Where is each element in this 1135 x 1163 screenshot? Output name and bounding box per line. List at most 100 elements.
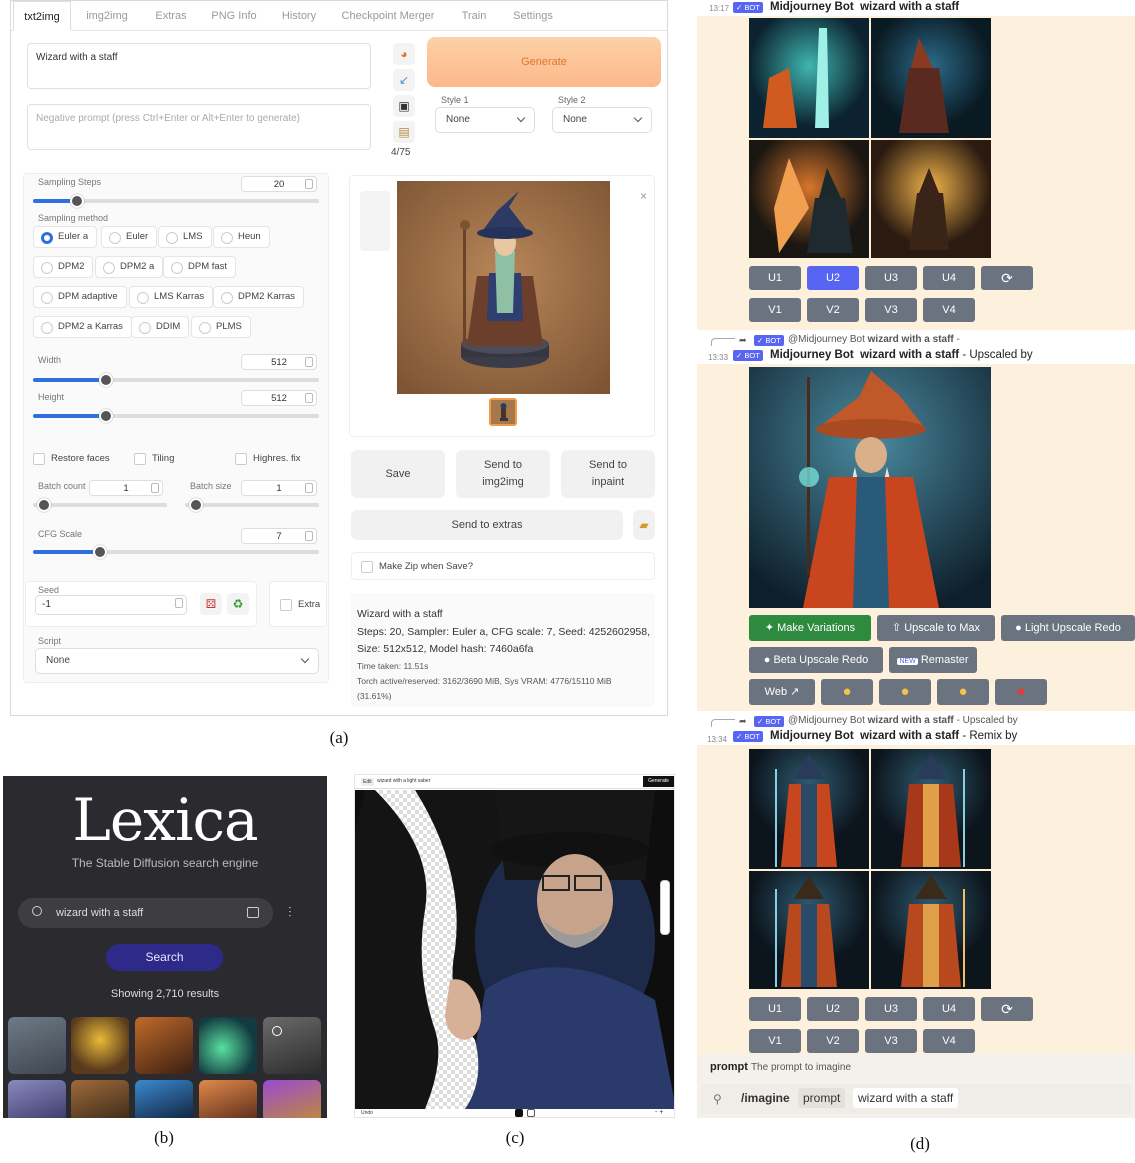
result-thumb[interactable] [199, 1080, 257, 1118]
variation-1-button[interactable]: V1 [749, 298, 801, 322]
upscale-to-max-button[interactable]: ⇧ Upscale to Max [877, 615, 995, 641]
lexica-search-input[interactable]: wizard with a staff [18, 898, 273, 928]
upscale-3-button[interactable]: U3 [865, 997, 917, 1021]
tab-img2img[interactable]: img2img [75, 1, 139, 31]
variation-1-button[interactable]: V1 [749, 1029, 801, 1053]
variation-4-button[interactable]: V4 [923, 1029, 975, 1053]
radio-heun[interactable]: Heun [213, 226, 270, 248]
radio-dpm-fast[interactable]: DPM fast [163, 256, 237, 278]
tab-history[interactable]: History [271, 1, 327, 31]
tab-txt2img[interactable]: txt2img [13, 1, 71, 31]
batch-size-input[interactable]: 1 [241, 480, 317, 496]
command-value[interactable]: wizard with a staff [853, 1088, 959, 1108]
negative-prompt-input[interactable]: Negative prompt (press Ctrl+Enter or Alt… [27, 104, 371, 150]
tiling-checkbox[interactable]: Tiling [134, 453, 174, 465]
gallery-thumbnail[interactable] [489, 398, 517, 426]
remaster-button[interactable]: NEW Remaster [889, 647, 977, 673]
zoom-slider[interactable] [660, 880, 670, 935]
editor-canvas[interactable] [355, 790, 674, 1109]
arrow-icon[interactable]: ↙ [393, 69, 415, 91]
emoji-unamused-icon[interactable]: ● [879, 679, 931, 705]
style2-select[interactable]: None [552, 107, 652, 133]
spinner-icon[interactable] [305, 357, 313, 367]
radio-plms[interactable]: PLMS [191, 316, 251, 338]
image-icon[interactable] [247, 907, 259, 918]
upscale-1-button[interactable]: U1 [749, 266, 801, 290]
save-button[interactable]: Save [351, 450, 445, 498]
upscaled-image[interactable] [749, 367, 991, 608]
result-thumb[interactable] [8, 1080, 66, 1118]
send-to-img2img-button[interactable]: Send to img2img [456, 450, 550, 498]
highres-fix-checkbox[interactable]: Highres. fix [235, 453, 301, 465]
spinner-icon[interactable] [305, 531, 313, 541]
batch-size-slider[interactable] [185, 498, 319, 512]
radio-dpm2-karras[interactable]: DPM2 Karras [213, 286, 305, 308]
height-slider[interactable] [33, 409, 319, 423]
filter-icon[interactable]: ⫶ [288, 904, 292, 921]
zoom-controls-icon[interactable]: - + [655, 1109, 663, 1116]
slider-thumb[interactable] [92, 545, 107, 559]
radio-lms-karras[interactable]: LMS Karras [129, 286, 214, 308]
palette-icon[interactable]: ◕ [393, 43, 415, 65]
restore-faces-checkbox[interactable]: Restore faces [33, 453, 110, 465]
generated-image[interactable] [397, 181, 610, 394]
refresh-icon[interactable]: ⟳ [981, 997, 1033, 1021]
editor-prompt[interactable]: wizard with a light saber [377, 778, 430, 784]
radio-euler-a[interactable]: Euler a [33, 226, 98, 248]
spinner-icon[interactable] [305, 393, 313, 403]
brush-tool-icon[interactable] [515, 1109, 523, 1117]
clipboard-icon[interactable]: ▤ [393, 121, 415, 143]
beta-upscale-redo-button[interactable]: ● Beta Upscale Redo [749, 647, 883, 673]
emoji-heart-eyes-icon[interactable]: ● [995, 679, 1047, 705]
tab-train[interactable]: Train [449, 1, 499, 31]
result-thumb[interactable] [135, 1017, 193, 1074]
tab-extras[interactable]: Extras [145, 1, 197, 31]
variation-2-button[interactable]: V2 [807, 298, 859, 322]
send-to-inpaint-button[interactable]: Send to inpaint [561, 450, 655, 498]
slider-thumb[interactable] [70, 194, 85, 208]
close-icon[interactable]: × [640, 189, 647, 203]
upscale-2-button[interactable]: U2 [807, 997, 859, 1021]
extra-checkbox[interactable]: Extra [280, 599, 320, 611]
upscale-4-button[interactable]: U4 [923, 997, 975, 1021]
slider-thumb[interactable] [98, 373, 113, 387]
radio-lms[interactable]: LMS [158, 226, 212, 248]
editor-generate-button[interactable]: Generate [643, 776, 674, 787]
variation-4-button[interactable]: V4 [923, 298, 975, 322]
batch-count-input[interactable]: 1 [89, 480, 163, 496]
radio-dpm2-a-karras[interactable]: DPM2 a Karras [33, 316, 132, 338]
cfg-scale-input[interactable]: 7 [241, 528, 317, 544]
batch-count-slider[interactable] [33, 498, 167, 512]
upscale-3-button[interactable]: U3 [865, 266, 917, 290]
command-input[interactable]: ⚲ /imagine prompt wizard with a staff [701, 1084, 1131, 1114]
sampling-steps-slider[interactable] [33, 194, 319, 208]
make-variations-button[interactable]: ✦ Make Variations [749, 615, 871, 641]
prompt-input[interactable]: Wizard with a staff [27, 43, 371, 89]
spinner-icon[interactable] [151, 483, 159, 493]
radio-ddim[interactable]: DDIM [131, 316, 190, 338]
spinner-icon[interactable] [305, 179, 313, 189]
dice-icon[interactable]: ⚄ [200, 593, 222, 615]
result-thumb[interactable] [71, 1017, 129, 1074]
result-thumb[interactable] [263, 1080, 321, 1118]
upscale-4-button[interactable]: U4 [923, 266, 975, 290]
style1-select[interactable]: None [435, 107, 535, 133]
lexica-search-button[interactable]: Search [106, 944, 223, 971]
spinner-icon[interactable] [305, 483, 313, 493]
spinner-icon[interactable] [175, 598, 183, 608]
result-thumb[interactable] [8, 1017, 66, 1074]
emoji-tired-icon[interactable]: ● [821, 679, 873, 705]
cfg-scale-slider[interactable] [33, 545, 319, 559]
radio-dpm2[interactable]: DPM2 [33, 256, 94, 278]
seed-input[interactable]: -1 [35, 595, 187, 615]
save-icon[interactable]: ▣ [393, 95, 415, 117]
folder-icon[interactable]: ▰ [633, 510, 655, 540]
width-input[interactable]: 512 [241, 354, 317, 370]
reply-preview[interactable]: @Midjourney Bot wizard with a staff - Up… [788, 715, 1018, 726]
upscale-1-button[interactable]: U1 [749, 997, 801, 1021]
slider-thumb[interactable] [98, 409, 113, 423]
undo-button[interactable]: Undo [361, 1110, 373, 1116]
height-input[interactable]: 512 [241, 390, 317, 406]
radio-dpm-adaptive[interactable]: DPM adaptive [33, 286, 127, 308]
light-upscale-redo-button[interactable]: ● Light Upscale Redo [1001, 615, 1135, 641]
